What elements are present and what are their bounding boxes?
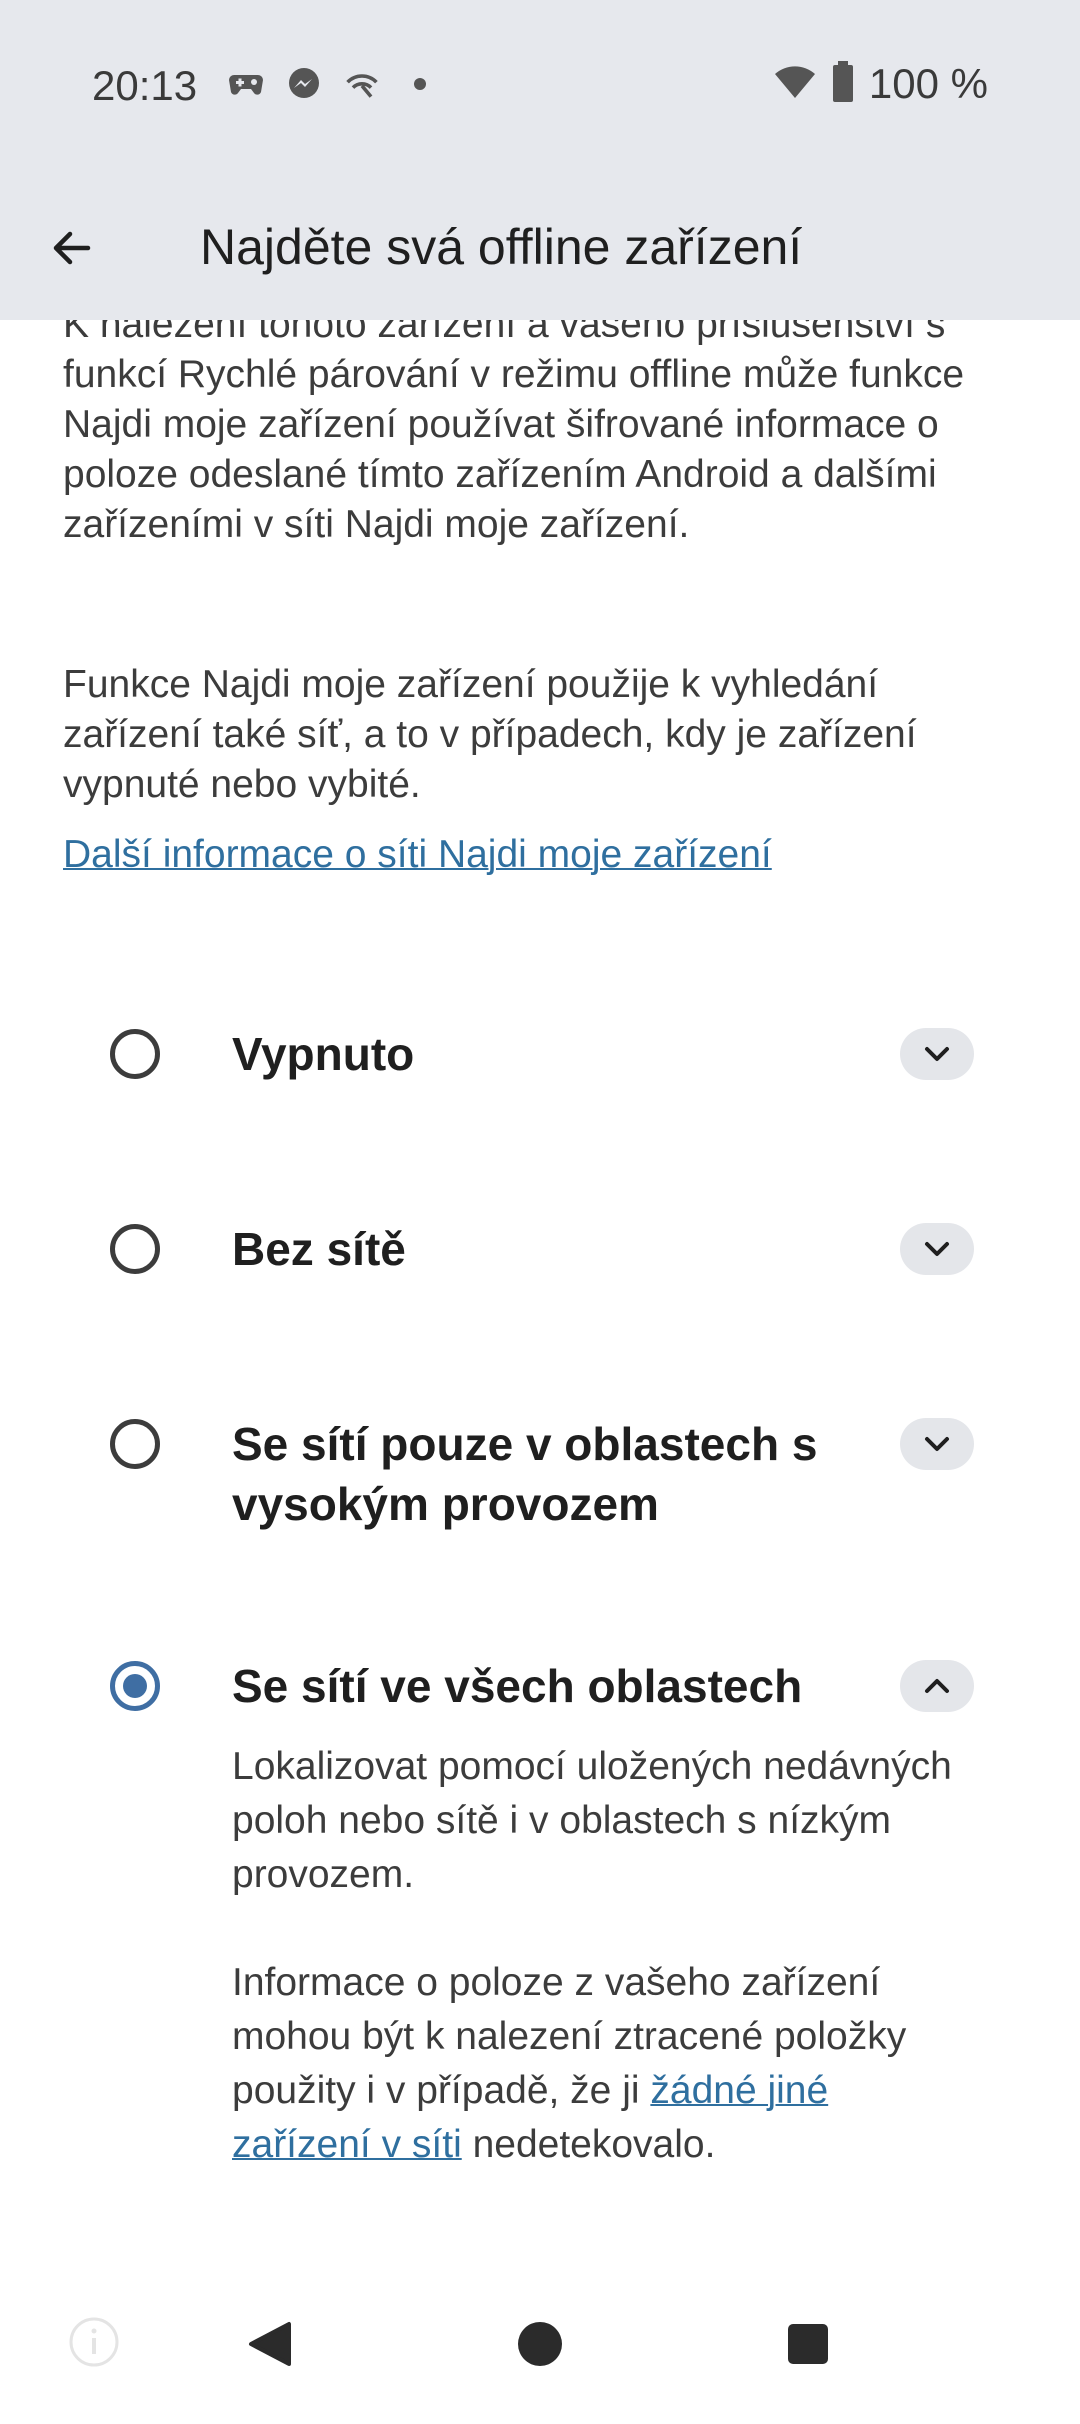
option-high-traffic[interactable]: Se sítí pouze v oblastech s vysokým prov… bbox=[0, 1400, 1080, 1560]
collapse-button[interactable] bbox=[900, 1660, 974, 1712]
status-bar: 20:13 100 % bbox=[0, 0, 1080, 176]
network-paragraph: Funkce Najdi moje zařízení použije k vyh… bbox=[63, 663, 917, 806]
wifi-icon bbox=[773, 64, 817, 105]
expand-button[interactable] bbox=[900, 1223, 974, 1275]
option-off[interactable]: Vypnuto bbox=[0, 1010, 1080, 1130]
note-text-end: nedetekovalo. bbox=[461, 2123, 716, 2166]
main-content[interactable]: K nalezení tohoto zařízení a vašeho přís… bbox=[0, 320, 1080, 2280]
square-recents-icon bbox=[788, 2324, 828, 2364]
option-no-network[interactable]: Bez sítě bbox=[0, 1205, 1080, 1325]
dot-icon bbox=[402, 66, 438, 102]
option-all-areas[interactable]: Se sítí ve všech oblastech Lokalizovat p… bbox=[0, 1642, 1080, 2280]
battery-percent: 100 % bbox=[868, 60, 988, 107]
option-label: Se sítí ve všech oblastech bbox=[232, 1660, 803, 1712]
chevron-down-icon bbox=[925, 1242, 949, 1256]
navigation-bar bbox=[0, 2280, 1080, 2424]
page-title: Najděte svá offline zařízení bbox=[200, 219, 803, 275]
learn-more-link[interactable]: Další informace o síti Najdi moje zaříze… bbox=[63, 830, 772, 880]
info-button[interactable] bbox=[64, 2312, 124, 2372]
status-time: 20:13 bbox=[92, 62, 198, 109]
intro-paragraph: K nalezení tohoto zařízení a vašeho přís… bbox=[63, 320, 965, 546]
nav-back-button[interactable] bbox=[240, 2314, 300, 2374]
radio-button[interactable] bbox=[110, 1419, 160, 1469]
hotspot-icon bbox=[344, 66, 380, 102]
radio-button[interactable] bbox=[110, 1224, 160, 1274]
option-description: Lokalizovat pomocí uložených nedávných p… bbox=[232, 1745, 952, 1896]
circle-home-icon bbox=[518, 2322, 562, 2366]
chevron-down-icon bbox=[925, 1437, 949, 1451]
expand-button[interactable] bbox=[900, 1028, 974, 1080]
app-bar: Najděte svá offline zařízení bbox=[0, 176, 1080, 320]
nav-home-button[interactable] bbox=[508, 2312, 572, 2376]
chevron-down-icon bbox=[925, 1047, 949, 1061]
messenger-icon bbox=[286, 66, 322, 102]
radio-button[interactable] bbox=[110, 1029, 160, 1079]
chevron-up-icon bbox=[925, 1679, 949, 1693]
triangle-back-icon bbox=[249, 2322, 291, 2366]
option-label: Vypnuto bbox=[232, 1028, 415, 1080]
notification-icons bbox=[228, 66, 438, 102]
option-label: Bez sítě bbox=[232, 1223, 406, 1275]
radio-button-selected[interactable] bbox=[110, 1661, 160, 1711]
arrow-left-icon bbox=[53, 231, 91, 265]
option-note: Informace o poloze z vašeho zařízení moh… bbox=[232, 1956, 952, 2172]
info-icon bbox=[69, 2317, 119, 2367]
battery-icon bbox=[831, 60, 855, 108]
option-label: Se sítí pouze v oblastech s vysokým prov… bbox=[232, 1418, 818, 1530]
system-status: 100 % bbox=[773, 60, 988, 108]
expand-button[interactable] bbox=[900, 1418, 974, 1470]
nav-recents-button[interactable] bbox=[778, 2314, 838, 2374]
back-button[interactable] bbox=[40, 216, 104, 280]
game-controller-icon bbox=[228, 66, 264, 102]
